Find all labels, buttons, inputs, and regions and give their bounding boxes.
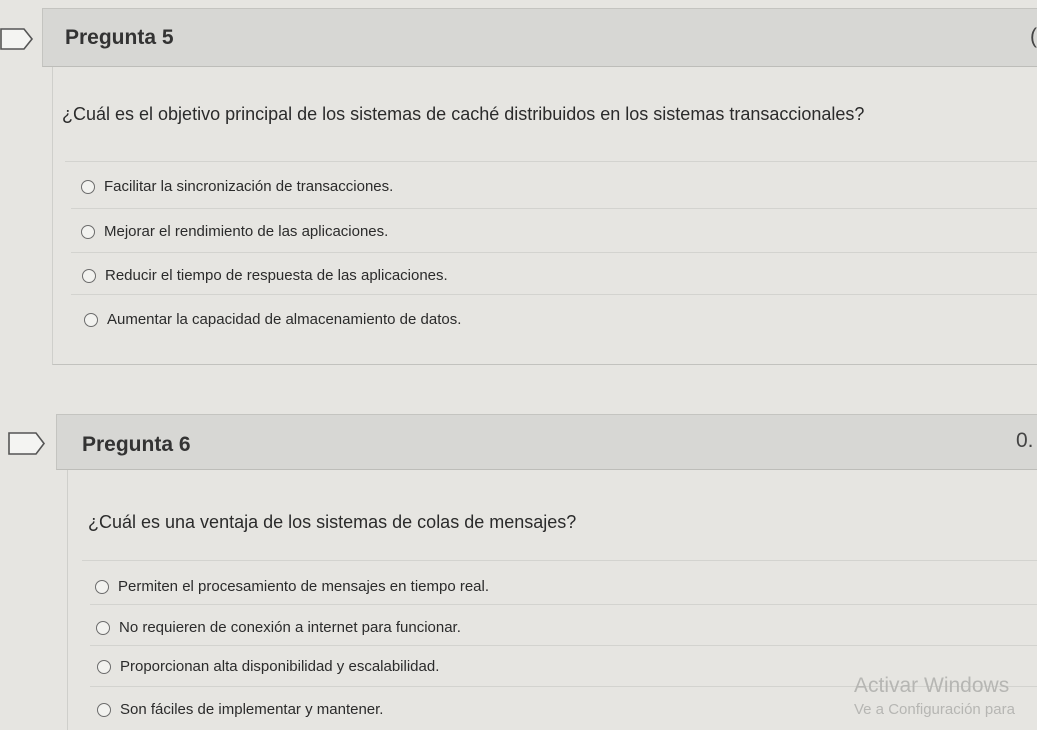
windows-activation-subtitle: Ve a Configuración para bbox=[854, 701, 1015, 718]
divider bbox=[65, 161, 1037, 162]
question-5-text: ¿Cuál es el objetivo principal de los si… bbox=[62, 104, 865, 124]
question-5-score: ( bbox=[1030, 25, 1037, 48]
radio-button[interactable] bbox=[95, 579, 109, 594]
option-label: No requieren de conexión a internet para… bbox=[119, 619, 461, 636]
question-6-score: 0. bbox=[1016, 429, 1034, 452]
option-label: Son fáciles de implementar y mantener. bbox=[120, 701, 384, 718]
divider bbox=[90, 604, 1037, 605]
option-label: Aumentar la capacidad de almacenamiento … bbox=[107, 311, 462, 328]
divider bbox=[71, 252, 1037, 253]
question-5-option-3[interactable]: Reducir el tiempo de respuesta de las ap… bbox=[82, 267, 448, 284]
radio-button[interactable] bbox=[97, 659, 111, 674]
question-6-option-4[interactable]: Son fáciles de implementar y mantener. bbox=[97, 701, 383, 718]
question-5-option-1[interactable]: Facilitar la sincronización de transacci… bbox=[81, 178, 393, 195]
radio-button[interactable] bbox=[81, 224, 95, 239]
flag-question-icon[interactable] bbox=[8, 432, 46, 455]
divider bbox=[71, 294, 1037, 295]
radio-button[interactable] bbox=[81, 179, 95, 194]
radio-button[interactable] bbox=[82, 268, 96, 283]
radio-button[interactable] bbox=[97, 702, 111, 717]
question-6-option-2[interactable]: No requieren de conexión a internet para… bbox=[96, 619, 461, 636]
option-label: Reducir el tiempo de respuesta de las ap… bbox=[105, 267, 448, 284]
question-6-title: Pregunta 6 bbox=[82, 433, 191, 456]
option-label: Mejorar el rendimiento de las aplicacion… bbox=[104, 223, 389, 240]
divider bbox=[82, 560, 1037, 561]
question-6-text: ¿Cuál es una ventaja de los sistemas de … bbox=[88, 512, 577, 532]
divider bbox=[71, 208, 1037, 209]
question-6-option-3[interactable]: Proporcionan alta disponibilidad y escal… bbox=[97, 658, 439, 675]
question-5-title: Pregunta 5 bbox=[65, 26, 174, 49]
question-5-option-2[interactable]: Mejorar el rendimiento de las aplicacion… bbox=[81, 223, 388, 240]
question-5-option-4[interactable]: Aumentar la capacidad de almacenamiento … bbox=[84, 311, 461, 328]
windows-activation-title: Activar Windows bbox=[854, 674, 1010, 697]
option-label: Proporcionan alta disponibilidad y escal… bbox=[120, 658, 440, 675]
question-6-option-1[interactable]: Permiten el procesamiento de mensajes en… bbox=[95, 578, 489, 595]
question-5-header: Pregunta 5 ( bbox=[42, 8, 1037, 67]
option-label: Permiten el procesamiento de mensajes en… bbox=[118, 578, 490, 595]
question-5-body: ¿Cuál es el objetivo principal de los si… bbox=[52, 67, 1037, 365]
divider bbox=[90, 645, 1037, 646]
option-label: Facilitar la sincronización de transacci… bbox=[104, 178, 394, 195]
flag-question-icon[interactable] bbox=[0, 28, 34, 50]
radio-button[interactable] bbox=[84, 312, 98, 327]
question-6-header: Pregunta 6 0. bbox=[56, 414, 1037, 470]
radio-button[interactable] bbox=[96, 620, 110, 635]
